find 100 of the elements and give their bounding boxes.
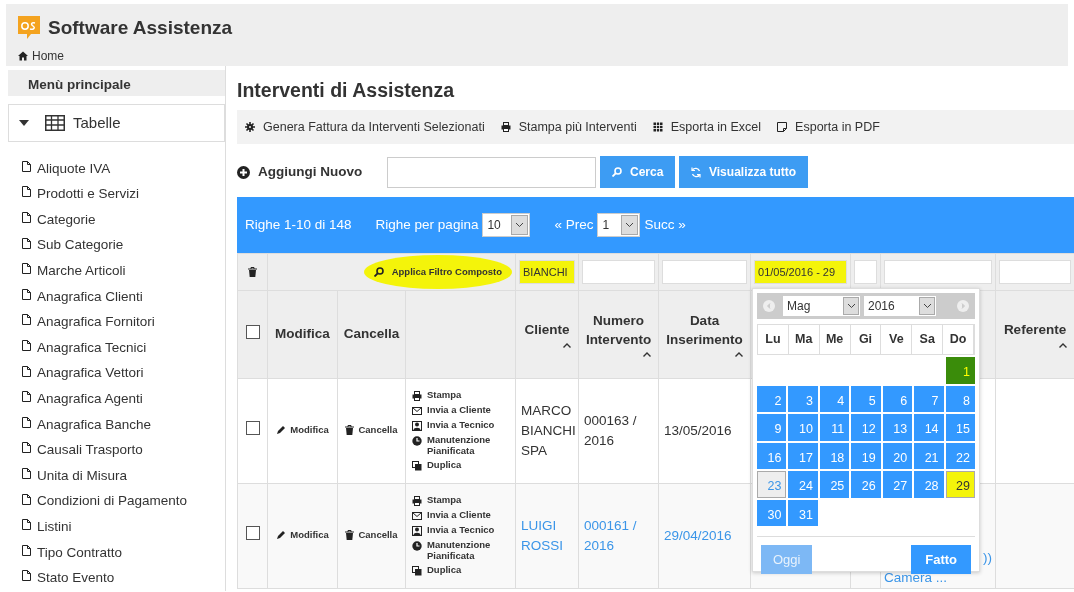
page-icon <box>22 237 31 249</box>
year-select[interactable]: 2016 <box>864 296 936 316</box>
printer-icon <box>500 122 511 132</box>
month-select[interactable]: Mag <box>783 296 860 316</box>
row-checkbox[interactable] <box>245 525 260 540</box>
filter-field[interactable]: BIANCHI <box>519 260 575 284</box>
filter-field[interactable] <box>662 260 747 284</box>
page-icon <box>22 544 31 556</box>
envelope-icon <box>412 405 422 416</box>
action-link[interactable]: Invia a Tecnico <box>427 419 495 431</box>
filter-field[interactable]: 01/05/2016 - 29 <box>754 260 847 284</box>
weekday-label: Sa <box>912 325 944 354</box>
search-field[interactable] <box>387 156 596 188</box>
action-link[interactable]: Duplica <box>427 460 462 472</box>
select-all-checkbox[interactable] <box>245 324 260 339</box>
page-icon <box>22 263 31 275</box>
toolbar-button[interactable]: Stampa più Interventi <box>500 117 637 137</box>
page-icon <box>22 493 31 505</box>
calendar-day[interactable]: 1 <box>945 357 975 384</box>
rows-per-page-label: Righe per pagina <box>375 215 479 234</box>
edit-button[interactable]: Modifica <box>276 422 329 437</box>
action-link[interactable]: Invia a Cliente <box>427 404 491 416</box>
sidebar-item[interactable]: Listini <box>8 514 225 540</box>
toolbar-button[interactable]: Esporta in PDF <box>777 117 880 137</box>
sidebar-item[interactable]: Causali Trasporto <box>8 437 225 464</box>
sidebar-item[interactable]: Sub Categorie <box>8 232 225 259</box>
weekday-label: Ma <box>788 325 820 354</box>
action-link[interactable]: Invia a Tecnico <box>427 524 495 536</box>
clock-icon <box>412 540 422 551</box>
toolbar-button[interactable]: Esporta in Excel <box>652 117 762 137</box>
sidebar-item[interactable]: Anagrafica Tecnici <box>8 335 225 361</box>
page-select[interactable]: 1 <box>597 213 641 237</box>
search-icon <box>373 267 384 277</box>
filter-field[interactable] <box>884 260 992 284</box>
sidebar-item[interactable]: Categorie <box>8 207 225 233</box>
action-link[interactable]: Stampa <box>427 494 462 506</box>
delete-button[interactable]: Cancella <box>345 422 398 437</box>
row-checkbox[interactable] <box>245 420 260 435</box>
page-icon <box>22 314 31 326</box>
sidebar-item[interactable]: Anagrafica Fornitori <box>8 309 225 336</box>
delete-button[interactable]: Cancella <box>345 527 398 542</box>
calendar-day[interactable]: 29 <box>945 471 975 498</box>
page-icon <box>22 416 31 428</box>
page-icon <box>22 339 31 351</box>
toolbar-button[interactable]: Genera Fattura da Interventi Selezionati <box>245 117 485 137</box>
action-link[interactable]: Manutenzione Pianificata <box>427 434 507 457</box>
action-link[interactable]: Stampa <box>427 389 462 401</box>
edit-button[interactable]: Modifica <box>276 527 329 542</box>
page-icon <box>22 160 31 172</box>
pencil-icon <box>276 424 287 435</box>
trash-icon <box>345 529 355 540</box>
sidebar-item[interactable]: Tipo Contratto <box>8 539 225 566</box>
plus-icon <box>237 165 250 179</box>
page-icon <box>22 288 31 300</box>
weekday-label: Lu <box>758 325 789 354</box>
page-icon <box>22 365 31 377</box>
person-icon <box>412 525 422 536</box>
trash-icon <box>345 424 355 435</box>
page-title: Interventi di Assistenza <box>237 78 456 103</box>
copy-icon <box>412 566 422 577</box>
filter-field[interactable] <box>854 260 877 284</box>
sidebar-item[interactable]: Marche Articoli <box>8 258 225 284</box>
printer-icon <box>412 390 422 401</box>
insertion-date: 13/05/2016 <box>664 421 733 440</box>
rows-per-page-select[interactable]: 10 <box>482 213 531 237</box>
gear-icon <box>245 122 255 132</box>
printer-icon <box>412 495 422 506</box>
sidebar-item[interactable]: Unita di Misura <box>8 463 225 489</box>
sidebar-item[interactable]: Anagrafica Banche <box>8 411 225 438</box>
row-count: Righe 1-10 di 148 <box>245 215 352 234</box>
sidebar-item[interactable]: Condizioni di Pagamento <box>8 488 225 515</box>
sidebar-item[interactable]: Anagrafica Vettori <box>8 360 225 387</box>
next-icon[interactable] <box>957 300 969 312</box>
previous-icon[interactable] <box>763 300 775 312</box>
app-title: Software Assistenza <box>48 16 233 40</box>
search-icon <box>612 167 622 177</box>
document-icon <box>777 122 788 132</box>
column-header: Modifica <box>274 325 331 344</box>
table-icon <box>45 115 65 131</box>
filter-field[interactable] <box>582 260 655 284</box>
sidebar-item[interactable]: Aliquote IVA <box>8 156 225 182</box>
sidebar-item[interactable]: Stato Evento <box>8 565 225 592</box>
action-link[interactable]: Manutenzione Pianificata <box>427 539 507 562</box>
client-name: MARCO BIANCHI SPA <box>521 401 573 461</box>
action-link[interactable]: Invia a Cliente <box>427 509 491 521</box>
breadcrumb-link[interactable]: Home <box>32 46 64 65</box>
menu-group-header[interactable]: Tabelle <box>8 104 225 142</box>
weekday-label: Gi <box>850 325 882 354</box>
action-link[interactable]: Duplica <box>427 565 462 577</box>
sidebar-item[interactable]: Anagrafica Clienti <box>8 283 225 310</box>
add-new-button[interactable]: Aggiungi Nuovo <box>237 161 387 183</box>
weekday-label: Me <box>819 325 851 354</box>
refresh-icon <box>691 166 701 178</box>
sidebar-item[interactable]: Prodotti e Servizi <box>8 181 225 208</box>
sidebar-item[interactable]: Anagrafica Agenti <box>8 386 225 412</box>
filter-field[interactable] <box>999 260 1071 284</box>
pencil-icon <box>276 529 287 540</box>
logo-icon <box>18 16 40 41</box>
apply-filter-button[interactable]: Applica Filtro Composto <box>363 254 512 290</box>
page-icon <box>22 467 31 479</box>
